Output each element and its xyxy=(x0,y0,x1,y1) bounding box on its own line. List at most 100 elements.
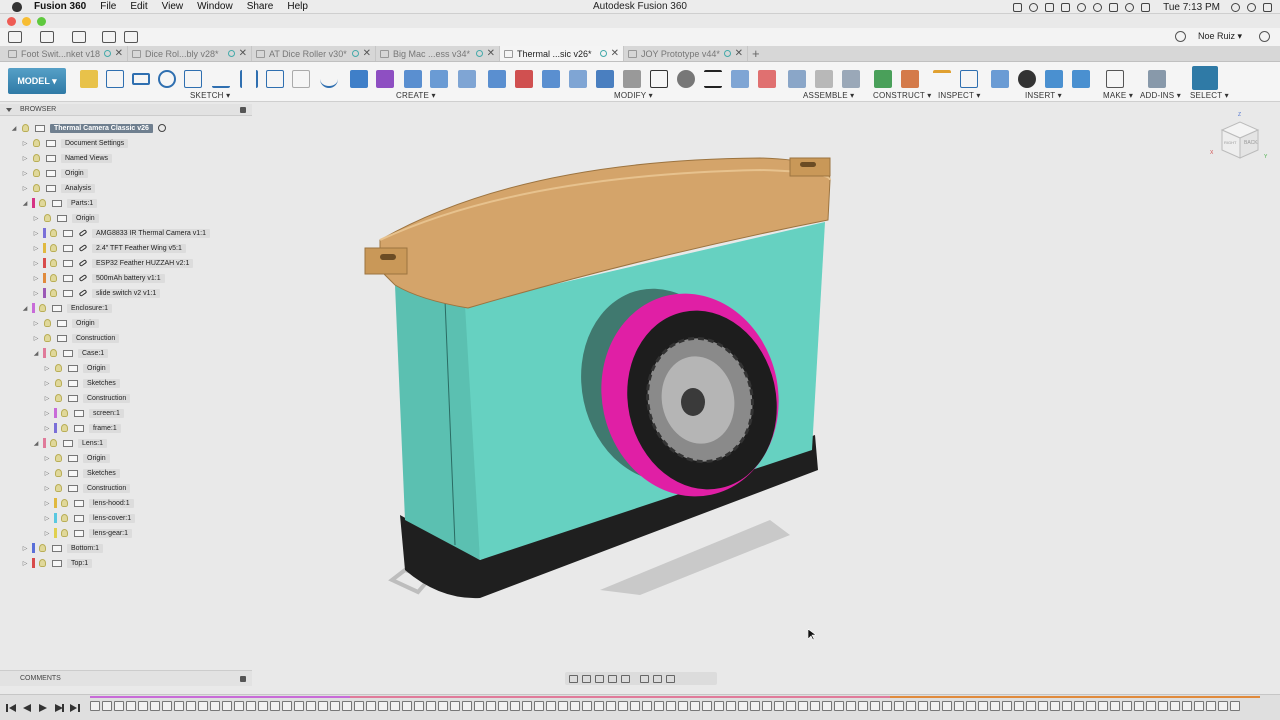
visibility-bulb-icon[interactable] xyxy=(55,364,62,372)
minimize-window-button[interactable] xyxy=(22,17,31,26)
visibility-bulb-icon[interactable] xyxy=(22,124,29,132)
zoom-window-button[interactable] xyxy=(37,17,46,26)
timeline-feature-icon[interactable] xyxy=(906,701,916,711)
timeline-feature-icon[interactable] xyxy=(330,701,340,711)
timeline-back-icon[interactable] xyxy=(22,703,32,713)
timeline-feature-icon[interactable] xyxy=(762,701,772,711)
visibility-bulb-icon[interactable] xyxy=(39,304,46,312)
list-icon[interactable] xyxy=(1263,2,1272,12)
circle-icon[interactable] xyxy=(158,70,176,88)
menu-window[interactable]: Window xyxy=(197,1,233,12)
timeline-feature-icon[interactable] xyxy=(1170,701,1180,711)
timeline-feature-icon[interactable] xyxy=(1086,701,1096,711)
form-icon[interactable] xyxy=(376,70,394,88)
timeline-feature-icon[interactable] xyxy=(282,701,292,711)
collapse-arrow-icon[interactable]: ◢ xyxy=(32,350,40,357)
timeline-feature-icon[interactable] xyxy=(990,701,1000,711)
dropbox-icon[interactable] xyxy=(1045,2,1055,12)
mcmaster-icon[interactable] xyxy=(1018,70,1036,88)
browser-node[interactable]: ▷ lens-cover:1 xyxy=(43,512,136,524)
close-tab-icon[interactable]: ✕ xyxy=(487,48,495,59)
doc-tab-active[interactable]: Thermal ...sic v26* ✕ xyxy=(500,46,624,61)
timeline-feature-icon[interactable] xyxy=(342,701,352,711)
construct-group-label[interactable]: CONSTRUCT ▾ xyxy=(873,91,932,100)
doc-tab[interactable]: JOY Prototype v44* ✕ xyxy=(624,46,748,61)
timeline-feature-icon[interactable] xyxy=(210,701,220,711)
timeline-feature-icon[interactable] xyxy=(414,701,424,711)
file-menu-icon[interactable] xyxy=(40,31,54,43)
browser-node[interactable]: ◢ Lens:1 xyxy=(32,437,108,449)
visibility-bulb-icon[interactable] xyxy=(50,439,57,447)
visibility-bulb-icon[interactable] xyxy=(33,184,40,192)
visibility-bulb-icon[interactable] xyxy=(50,274,57,282)
timeline-feature-icon[interactable] xyxy=(366,701,376,711)
bluetooth-icon[interactable] xyxy=(1109,2,1119,12)
sketch-group-label[interactable]: SKETCH ▾ xyxy=(190,91,230,100)
timeline-feature-icon[interactable] xyxy=(642,701,652,711)
timeline-feature-icon[interactable] xyxy=(618,701,628,711)
doc-tab[interactable]: Big Mac ...ess v34* ✕ xyxy=(376,46,500,61)
display-icon[interactable] xyxy=(1141,2,1151,12)
visibility-bulb-icon[interactable] xyxy=(33,139,40,147)
visibility-bulb-icon[interactable] xyxy=(61,424,68,432)
browser-node[interactable]: ▷ Top:1 xyxy=(21,557,93,569)
offset-plane-icon[interactable] xyxy=(874,70,892,88)
grid-settings-icon[interactable] xyxy=(653,674,662,683)
timeline-feature-icon[interactable] xyxy=(786,701,796,711)
browser-root-node[interactable]: ◢ Thermal Camera Classic v26 xyxy=(10,122,166,134)
make-group-label[interactable]: MAKE ▾ xyxy=(1103,91,1133,100)
timeline-feature-icon[interactable] xyxy=(678,701,688,711)
insert-mesh-icon[interactable] xyxy=(1045,70,1063,88)
timeline-feature-icon[interactable] xyxy=(270,701,280,711)
timeline-feature-icon[interactable] xyxy=(954,701,964,711)
timeline-feature-icon[interactable] xyxy=(810,701,820,711)
timeline-start-icon[interactable] xyxy=(6,703,16,713)
timeline-feature-icon[interactable] xyxy=(174,701,184,711)
close-tab-icon[interactable]: ✕ xyxy=(115,48,123,59)
timeline-feature-icon[interactable] xyxy=(1074,701,1084,711)
pan-icon[interactable] xyxy=(595,674,604,683)
timeline-feature-icon[interactable] xyxy=(630,701,640,711)
timeline-feature-icon[interactable] xyxy=(162,701,172,711)
timeline-play-icon[interactable] xyxy=(38,703,48,713)
timeline-feature-icon[interactable] xyxy=(402,701,412,711)
timeline-feature-icon[interactable] xyxy=(546,701,556,711)
grid-icon[interactable] xyxy=(8,31,22,43)
collapse-icon[interactable] xyxy=(6,108,12,112)
doc-tab[interactable]: Foot Swit...nket v18* ✕ xyxy=(4,46,128,61)
chamfer-icon[interactable] xyxy=(542,70,560,88)
inspect-group-label[interactable]: INSPECT ▾ xyxy=(938,91,981,100)
battery-icon[interactable] xyxy=(1061,2,1071,12)
timeline-feature-icon[interactable] xyxy=(690,701,700,711)
visibility-bulb-icon[interactable] xyxy=(39,559,46,567)
timeline-feature-icon[interactable] xyxy=(978,701,988,711)
browser-node[interactable]: ▷ Origin xyxy=(43,362,110,374)
section-analysis-icon[interactable] xyxy=(960,70,978,88)
zoom-icon[interactable] xyxy=(608,674,617,683)
close-tab-icon[interactable]: ✕ xyxy=(363,48,371,59)
timeline-feature-icon[interactable] xyxy=(474,701,484,711)
fit-icon[interactable] xyxy=(621,674,630,683)
browser-node[interactable]: ▷ ESP32 Feather HUZZAH v2:1 xyxy=(32,257,194,269)
timeline-feature-icon[interactable] xyxy=(1134,701,1144,711)
timeline-feature-icon[interactable] xyxy=(1230,701,1240,711)
browser-node[interactable]: ▷ Origin xyxy=(21,167,88,179)
browser-node[interactable]: ▷ 2.4" TFT Feather Wing v5:1 xyxy=(32,242,186,254)
timeline-feature-icon[interactable] xyxy=(198,701,208,711)
menu-view[interactable]: View xyxy=(162,1,184,12)
timeline-feature-icon[interactable] xyxy=(1158,701,1168,711)
timeline-feature-icon[interactable] xyxy=(522,701,532,711)
timeline-feature-icon[interactable] xyxy=(450,701,460,711)
expand-arrow-icon[interactable]: ▷ xyxy=(32,320,40,327)
job-status-icon[interactable] xyxy=(1175,31,1186,42)
timeline-feature-icon[interactable] xyxy=(1026,701,1036,711)
timeline-feature-icon[interactable] xyxy=(870,701,880,711)
visibility-bulb-icon[interactable] xyxy=(50,259,57,267)
visibility-bulb-icon[interactable] xyxy=(33,169,40,177)
viewport-canvas[interactable] xyxy=(252,104,1280,670)
rectangle-icon[interactable] xyxy=(132,73,150,85)
expand-arrow-icon[interactable]: ▷ xyxy=(43,470,51,477)
user-account[interactable]: Noe Ruiz ▾ xyxy=(1198,31,1242,42)
timeline-feature-icon[interactable] xyxy=(462,701,472,711)
timeline-feature-icon[interactable] xyxy=(306,701,316,711)
